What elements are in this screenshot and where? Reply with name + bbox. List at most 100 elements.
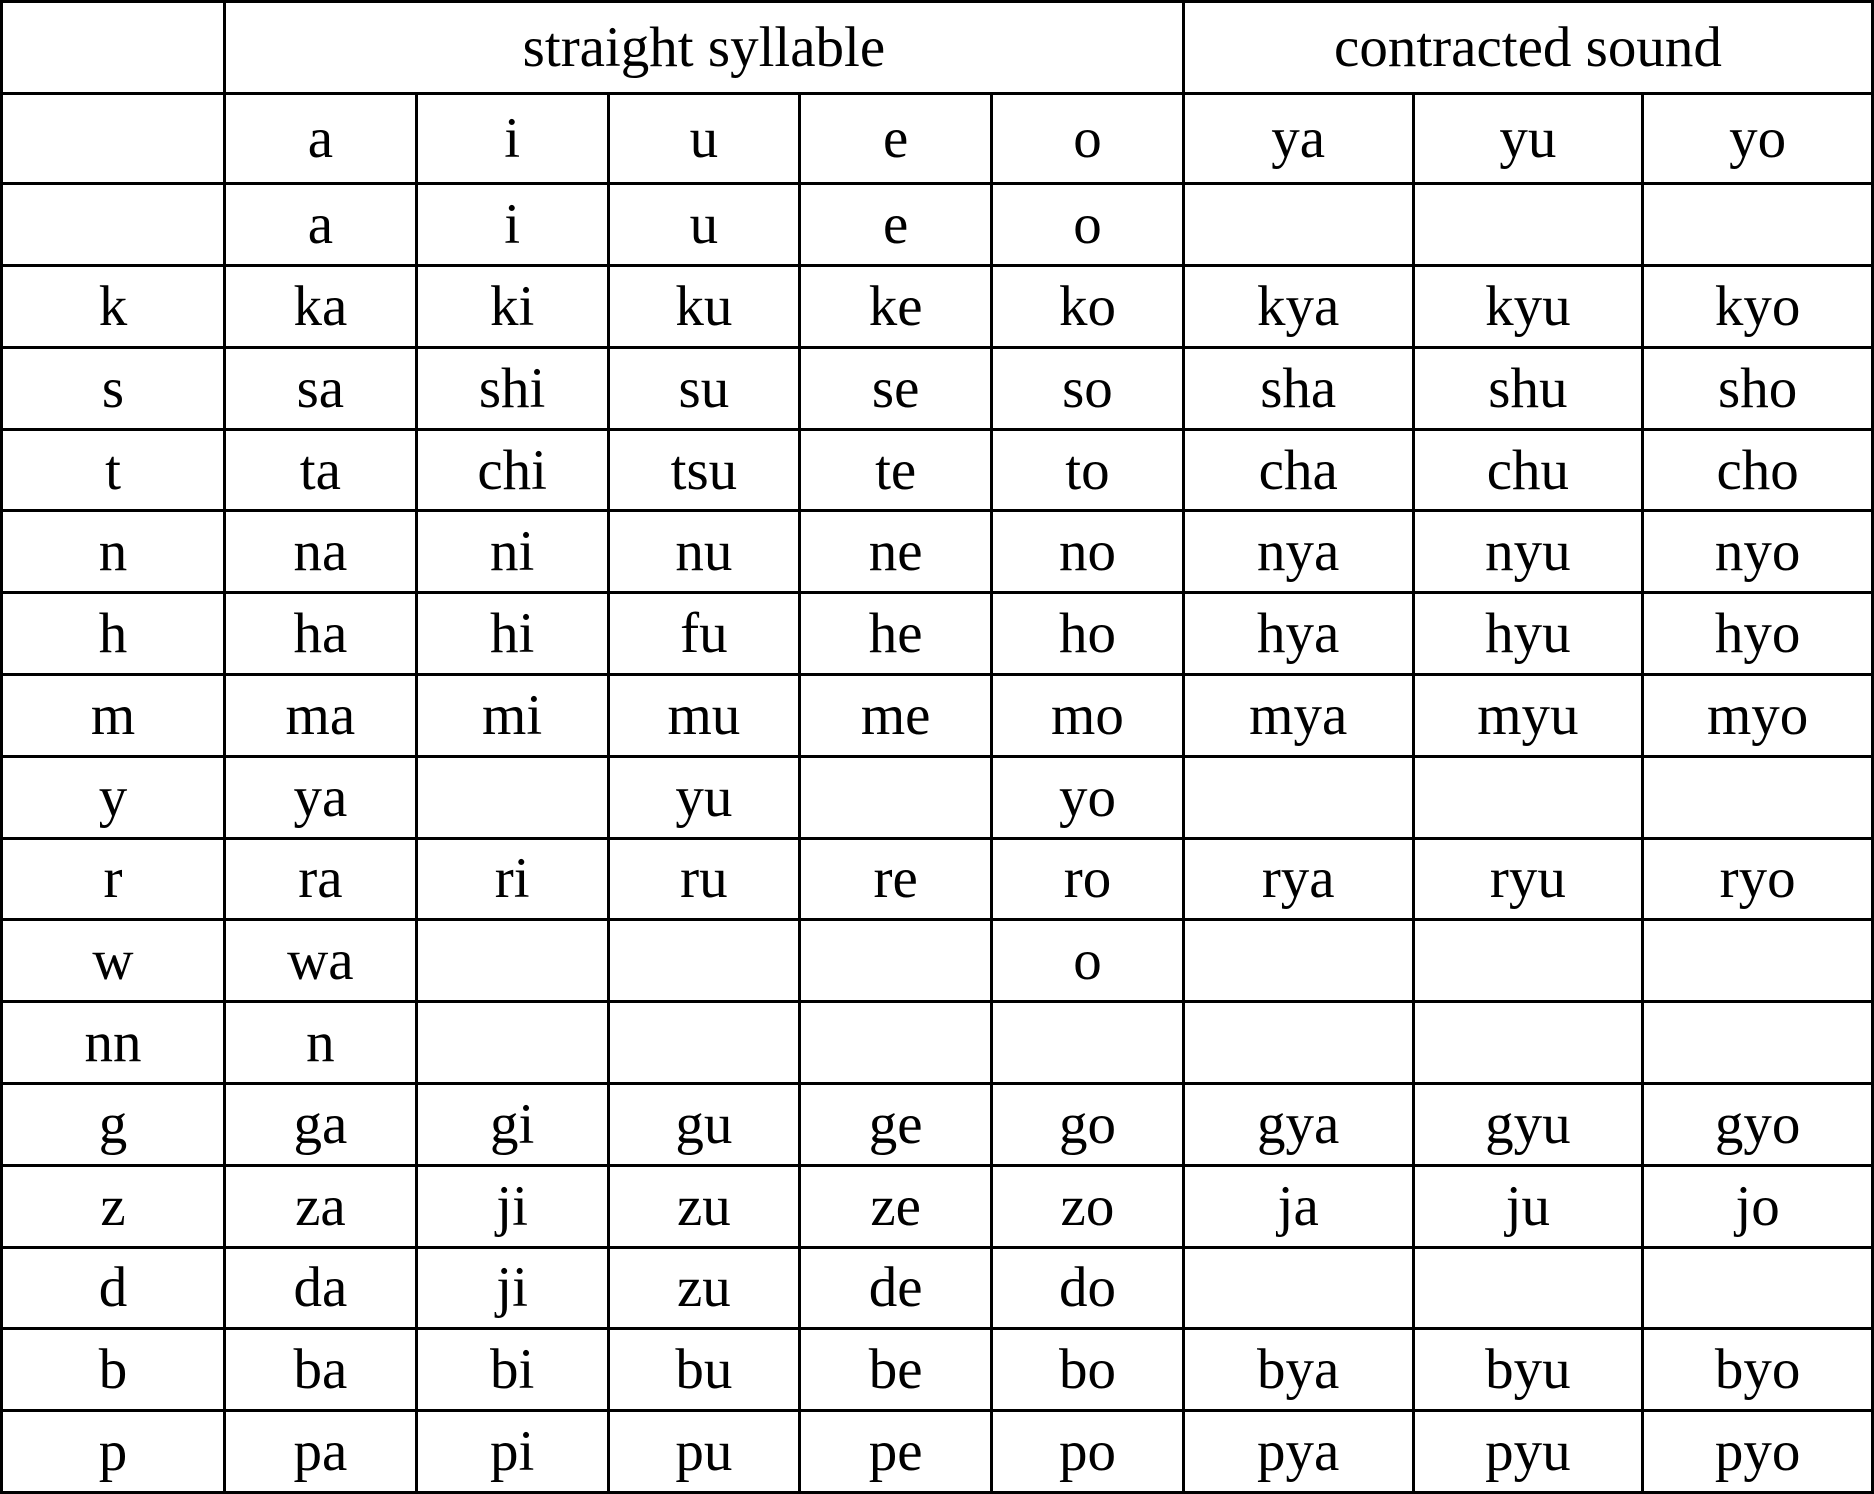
cell-straight: pi <box>414 1409 610 1494</box>
cell-contracted: gyu <box>1411 1081 1645 1167</box>
row-label: h <box>0 591 226 676</box>
cell-straight: ra <box>222 836 418 922</box>
cell-straight: o <box>990 918 1185 1004</box>
cell-contracted <box>1411 754 1645 840</box>
column-header-ya: ya <box>1181 92 1415 186</box>
row-label: y <box>0 754 226 840</box>
cell-contracted <box>1181 918 1415 1004</box>
cell-straight: bu <box>606 1327 802 1413</box>
cell-straight <box>414 918 610 1004</box>
cell-straight: zu <box>606 1163 802 1249</box>
cell-straight: ne <box>798 509 994 595</box>
cell-straight: shi <box>414 345 610 431</box>
cell-straight: ge <box>798 1081 994 1167</box>
cell-contracted: byu <box>1411 1327 1645 1413</box>
cell-contracted: sho <box>1641 345 1874 431</box>
cell-contracted <box>1641 182 1874 268</box>
cell-straight: se <box>798 345 994 431</box>
cell-contracted: pyu <box>1411 1409 1645 1494</box>
cell-contracted: pya <box>1181 1409 1415 1494</box>
cell-straight: to <box>990 427 1185 513</box>
cell-straight: mi <box>414 673 610 758</box>
cell-contracted <box>1411 1000 1645 1085</box>
table-row: w wa o <box>0 918 1874 1004</box>
cell-contracted: ryo <box>1641 836 1874 922</box>
cell-contracted: nyu <box>1411 509 1645 595</box>
cell-contracted <box>1181 754 1415 840</box>
row-label: g <box>0 1081 226 1167</box>
cell-straight: bo <box>990 1327 1185 1413</box>
column-header-yu: yu <box>1411 92 1645 186</box>
cell-contracted: bya <box>1181 1327 1415 1413</box>
row-label: nn <box>0 1000 226 1085</box>
table-row: aiueo <box>0 182 1874 268</box>
cell-straight: pe <box>798 1409 994 1494</box>
table-row: z za ji zu ze zo ja ju jo <box>0 1163 1874 1249</box>
cell-straight: ro <box>990 836 1185 922</box>
row-label: b <box>0 1327 226 1413</box>
cell-straight: re <box>798 836 994 922</box>
cell-straight: ba <box>222 1327 418 1413</box>
cell-straight: e <box>798 182 994 268</box>
table-row: s sa shi su se so sha shu sho <box>0 345 1874 431</box>
table-row: h ha hi fu he ho hya hyu hyo <box>0 591 1874 676</box>
cell-straight: ta <box>222 427 418 513</box>
cell-straight: yu <box>606 754 802 840</box>
cell-contracted <box>1411 918 1645 1004</box>
cell-straight: ha <box>222 591 418 676</box>
cell-straight: ru <box>606 836 802 922</box>
cell-straight: so <box>990 345 1185 431</box>
cell-contracted: nya <box>1181 509 1415 595</box>
cell-contracted <box>1181 1000 1415 1085</box>
cell-straight: wa <box>222 918 418 1004</box>
cell-straight: nu <box>606 509 802 595</box>
cell-contracted <box>1181 1245 1415 1331</box>
row-label: r <box>0 836 226 922</box>
cell-straight: ke <box>798 264 994 349</box>
row-label: n <box>0 509 226 595</box>
cell-contracted <box>1411 182 1645 268</box>
row-label: t <box>0 427 226 513</box>
cell-straight <box>606 1000 802 1085</box>
table-row: d da ji zu de do <box>0 1245 1874 1331</box>
cell-contracted: chu <box>1411 427 1645 513</box>
column-header-yo: yo <box>1641 92 1874 186</box>
row-label <box>0 182 226 268</box>
row-label: w <box>0 918 226 1004</box>
table-row: nn n <box>0 1000 1874 1085</box>
cell-contracted <box>1411 1245 1645 1331</box>
cell-contracted <box>1641 1245 1874 1331</box>
cell-straight: ka <box>222 264 418 349</box>
cell-straight: te <box>798 427 994 513</box>
cell-straight: ya <box>222 754 418 840</box>
cell-straight: zu <box>606 1245 802 1331</box>
cell-straight: tsu <box>606 427 802 513</box>
cell-straight: za <box>222 1163 418 1249</box>
cell-contracted: pyo <box>1641 1409 1874 1494</box>
cell-straight: su <box>606 345 802 431</box>
table-row: k ka ki ku ke ko kya kyu kyo <box>0 264 1874 349</box>
cell-straight: hi <box>414 591 610 676</box>
table-row: b ba bi bu be bo bya byu byo <box>0 1327 1874 1413</box>
cell-straight <box>798 754 994 840</box>
contracted-sound-banner: contracted sound <box>1181 0 1874 96</box>
cell-straight: he <box>798 591 994 676</box>
cell-straight: do <box>990 1245 1185 1331</box>
cell-contracted: sha <box>1181 345 1415 431</box>
cell-contracted: byo <box>1641 1327 1874 1413</box>
cell-straight: ku <box>606 264 802 349</box>
cell-straight: chi <box>414 427 610 513</box>
row-label: z <box>0 1163 226 1249</box>
table-row: y ya yu yo <box>0 754 1874 840</box>
column-header-u: u <box>606 92 802 186</box>
cell-straight: a <box>222 182 418 268</box>
cell-straight: be <box>798 1327 994 1413</box>
corner-cell-2 <box>0 92 226 186</box>
cell-straight: da <box>222 1245 418 1331</box>
cell-contracted: myo <box>1641 673 1874 758</box>
cell-contracted: gyo <box>1641 1081 1874 1167</box>
cell-straight: i <box>414 182 610 268</box>
cell-contracted: cho <box>1641 427 1874 513</box>
cell-straight: ni <box>414 509 610 595</box>
cell-straight: sa <box>222 345 418 431</box>
